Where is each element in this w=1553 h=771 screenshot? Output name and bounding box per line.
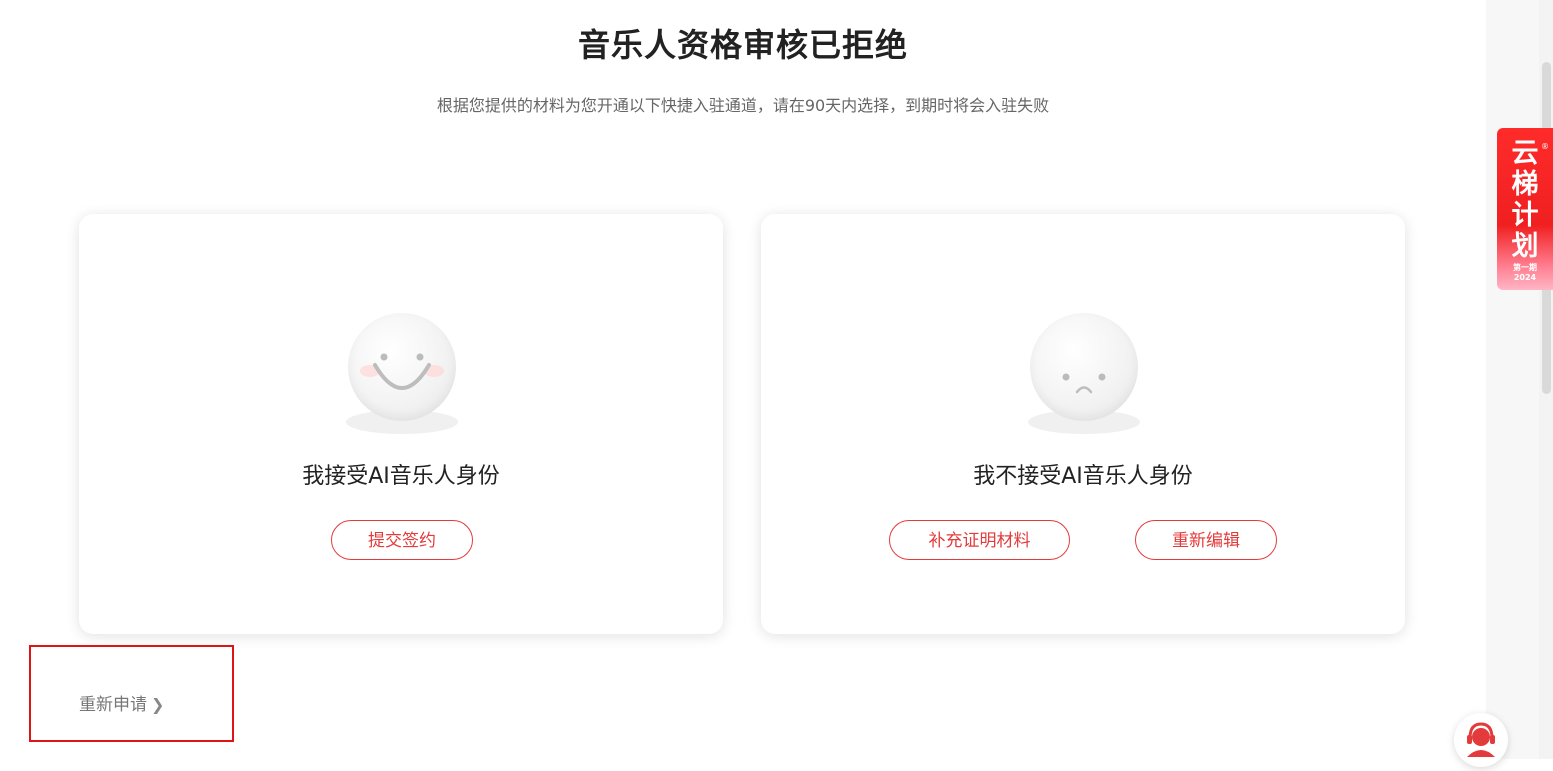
promo-subtitle: 第一期 2024 xyxy=(1497,263,1553,283)
promo-sub-line1: 第一期 xyxy=(1513,263,1537,272)
smile-face-icon xyxy=(348,313,456,421)
page-title: 音乐人资格审核已拒绝 xyxy=(577,26,908,64)
promo-title-text: 云梯计划 xyxy=(1511,138,1539,262)
promo-sub-line2: 2024 xyxy=(1513,273,1537,282)
accept-card: 我接受AI音乐人身份 提交签约 xyxy=(79,214,723,634)
reapply-label: 重新申请 xyxy=(79,695,147,715)
chevron-right-icon: ❯ xyxy=(151,695,165,714)
sad-face-icon xyxy=(1030,313,1138,421)
page-subtitle: 根据您提供的材料为您开通以下快捷入驻通道，请在90天内选择，到期时将会入驻失败 xyxy=(436,96,1050,115)
registered-mark: ® xyxy=(1541,142,1549,151)
re-edit-button[interactable]: 重新编辑 xyxy=(1135,520,1277,560)
reapply-link[interactable]: 重新申请 ❯ xyxy=(79,690,164,715)
page: 音乐人资格审核已拒绝 根据您提供的材料为您开通以下快捷入驻通道，请在90天内选择… xyxy=(0,0,1486,759)
yunti-plan-promo[interactable]: 云梯计划 ® 第一期 2024 xyxy=(1497,128,1553,290)
reject-card-title: 我不接受AI音乐人身份 xyxy=(973,464,1193,489)
right-rail xyxy=(1486,0,1539,759)
submit-sign-button[interactable]: 提交签约 xyxy=(331,520,473,560)
accept-card-title: 我接受AI音乐人身份 xyxy=(302,464,500,489)
promo-title: 云梯计划 xyxy=(1497,138,1553,262)
supplement-materials-button[interactable]: 补充证明材料 xyxy=(889,520,1070,560)
reject-card: 我不接受AI音乐人身份 补充证明材料 重新编辑 xyxy=(761,214,1405,634)
